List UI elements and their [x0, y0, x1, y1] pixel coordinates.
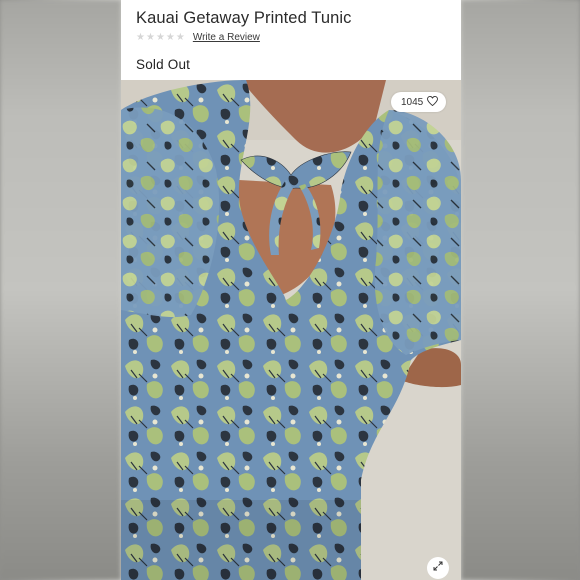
rating-row: ★ ★ ★ ★ ★ Write a Review [136, 32, 260, 43]
stock-status: Sold Out [136, 57, 191, 72]
blurred-background-right [461, 0, 580, 580]
write-review-link[interactable]: Write a Review [193, 32, 260, 43]
product-title: Kauai Getaway Printed Tunic [136, 9, 352, 27]
star-rating: ★ ★ ★ ★ ★ [136, 31, 185, 43]
like-button[interactable]: 1045 [391, 92, 447, 112]
like-count: 1045 [401, 96, 424, 108]
star-icon: ★ [136, 31, 145, 43]
product-photo[interactable] [121, 80, 461, 580]
heart-outline-icon [427, 95, 439, 109]
star-icon: ★ [145, 31, 155, 43]
star-icon: ★ [175, 31, 185, 43]
star-icon: ★ [155, 31, 165, 43]
product-card: Kauai Getaway Printed Tunic ★ ★ ★ ★ ★ Wr… [121, 0, 461, 580]
expand-image-button[interactable] [427, 557, 449, 579]
expand-arrows-icon [432, 559, 444, 577]
blurred-background-left [0, 0, 121, 580]
product-image [121, 80, 461, 580]
star-icon: ★ [165, 31, 175, 43]
